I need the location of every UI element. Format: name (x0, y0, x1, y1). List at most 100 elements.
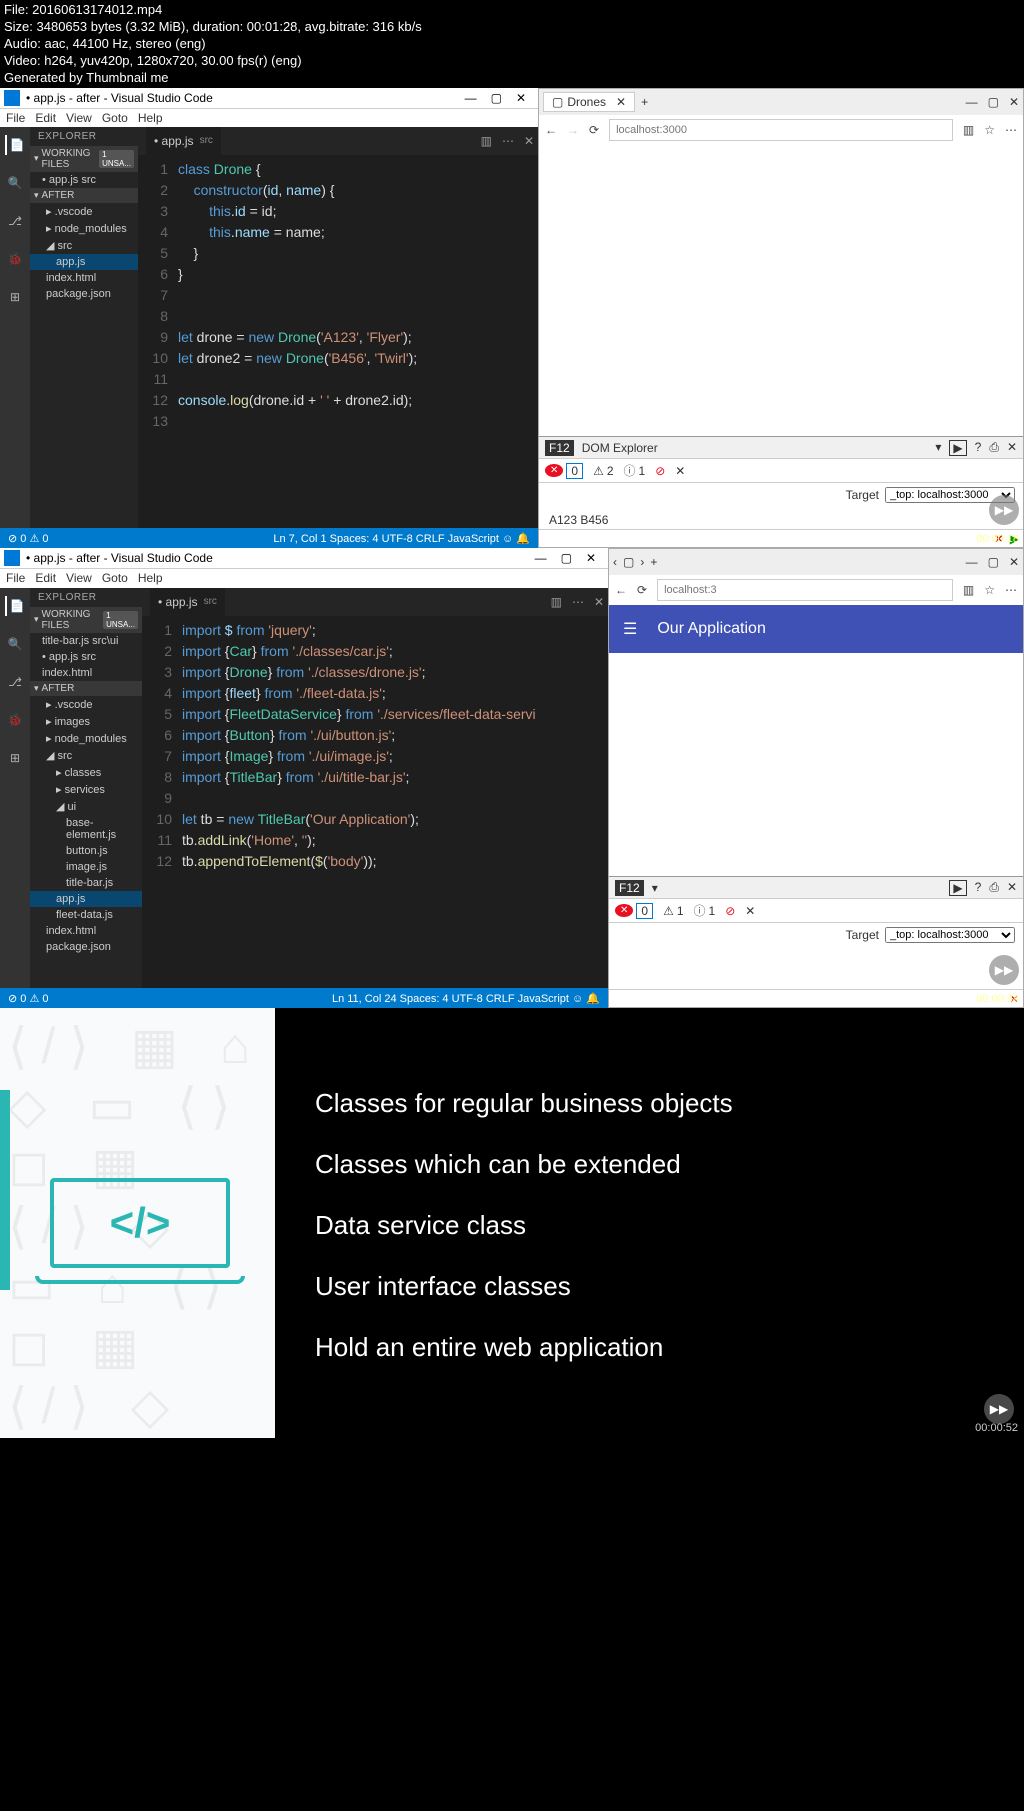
close-devtools-icon[interactable]: ✕ (1007, 440, 1017, 456)
maximize-button[interactable]: ▢ (491, 91, 502, 105)
unpin-icon[interactable]: ⎙ (989, 880, 999, 896)
minimize-button[interactable]: — (966, 95, 978, 109)
tree-item[interactable]: ▸ node_modules (30, 220, 138, 237)
tree-item[interactable]: package.json (30, 286, 138, 302)
address-bar[interactable]: localhost:3000 (609, 119, 953, 141)
console-expand-icon[interactable]: › (543, 532, 547, 546)
code-editor[interactable]: 12345678910111213 class Drone { construc… (138, 155, 538, 529)
tree-item[interactable]: index.html (30, 270, 138, 286)
split-editor-icon[interactable]: ▥ (551, 595, 562, 609)
close-button[interactable]: ✕ (586, 551, 596, 565)
close-tab-icon[interactable]: ✕ (594, 595, 604, 609)
maximize-button[interactable]: ▢ (561, 551, 572, 565)
forward-button[interactable]: → (567, 123, 579, 137)
tree-item[interactable]: package.json (30, 939, 142, 955)
more-icon[interactable]: ⋯ (502, 134, 514, 148)
menu-help[interactable]: Help (138, 571, 163, 585)
tree-item[interactable]: ▸ .vscode (30, 203, 138, 220)
menu-view[interactable]: View (66, 111, 92, 125)
tree-item[interactable]: ▸ .vscode (30, 696, 142, 713)
refresh-button[interactable]: ⟳ (589, 123, 599, 137)
refresh-button[interactable]: ⟳ (637, 583, 647, 597)
new-tab-button[interactable]: + (650, 555, 657, 569)
back-button[interactable]: ← (615, 583, 627, 597)
warning-count[interactable]: 2 (607, 464, 614, 478)
close-button[interactable]: ✕ (1009, 555, 1019, 569)
new-tab-button[interactable]: + (641, 95, 648, 109)
back-button[interactable]: ← (545, 123, 557, 137)
tree-item[interactable]: app.js (30, 891, 142, 907)
menu-help[interactable]: Help (138, 111, 163, 125)
dom-explorer-tab[interactable]: DOM Explorer (582, 441, 658, 455)
editor-tab-appjs[interactable]: • app.jssrc (146, 127, 221, 155)
maximize-button[interactable]: ▢ (988, 555, 999, 569)
debugger-icon[interactable]: ▶ (949, 880, 966, 896)
git-icon[interactable]: ⎇ (5, 672, 25, 692)
error-count[interactable]: 0 (636, 903, 653, 919)
hamburger-icon[interactable]: ☰ (623, 619, 637, 639)
address-bar[interactable]: localhost:3 (657, 579, 953, 601)
console-expand-icon[interactable]: › (613, 992, 617, 1006)
tree-item[interactable]: base-element.js (30, 815, 142, 843)
tree-item[interactable]: ◢ src (30, 747, 142, 764)
unpin-icon[interactable]: ⎙ (989, 440, 999, 456)
minimize-button[interactable]: — (966, 555, 978, 569)
search-icon[interactable]: 🔍 (5, 634, 25, 654)
working-files-header[interactable]: WORKING FILES 1 UNSA... (30, 146, 138, 172)
menu-file[interactable]: File (6, 111, 25, 125)
error-count[interactable]: 0 (566, 463, 583, 479)
extensions-icon[interactable]: ⊞ (5, 287, 25, 307)
tree-item[interactable]: ◢ src (30, 237, 138, 254)
reading-view-icon[interactable]: ▥ (963, 583, 974, 597)
close-button[interactable]: ✕ (1009, 95, 1019, 109)
more-icon[interactable]: ⋯ (572, 595, 584, 609)
help-icon[interactable]: ? (975, 880, 982, 896)
close-tab-icon[interactable]: ✕ (616, 95, 626, 109)
favorite-icon[interactable]: ☆ (984, 583, 995, 597)
explorer-icon[interactable]: 📄 (5, 135, 25, 155)
folder-root[interactable]: AFTER (30, 681, 142, 696)
menu-file[interactable]: File (6, 571, 25, 585)
working-files-header[interactable]: WORKING FILES 1 UNSA... (30, 607, 142, 633)
forward-button[interactable]: › (640, 555, 644, 569)
debug-icon[interactable]: 🐞 (5, 710, 25, 730)
menu-goto[interactable]: Goto (102, 111, 128, 125)
tree-item[interactable]: ▸ classes (30, 764, 142, 781)
close-pane-icon[interactable]: ✕ (745, 904, 755, 918)
clear-icon[interactable]: ⊘ (725, 904, 735, 918)
maximize-button[interactable]: ▢ (988, 95, 999, 109)
working-file[interactable]: title-bar.js src\ui (30, 633, 142, 649)
info-count[interactable]: 1 (639, 464, 646, 478)
menu-edit[interactable]: Edit (35, 111, 56, 125)
back-button[interactable]: ‹ (613, 555, 617, 569)
dropdown-icon[interactable]: ▾ (935, 440, 941, 456)
tree-item[interactable]: app.js (30, 254, 138, 270)
menu-goto[interactable]: Goto (102, 571, 128, 585)
close-button[interactable]: ✕ (516, 91, 526, 105)
tree-item[interactable]: ▸ services (30, 781, 142, 798)
tree-item[interactable]: index.html (30, 923, 142, 939)
more-icon[interactable]: ⋯ (1005, 583, 1017, 597)
git-icon[interactable]: ⎇ (5, 211, 25, 231)
tree-item[interactable]: fleet-data.js (30, 907, 142, 923)
tree-item[interactable]: ◢ ui (30, 798, 142, 815)
tree-item[interactable]: image.js (30, 859, 142, 875)
extensions-icon[interactable]: ⊞ (5, 748, 25, 768)
minimize-button[interactable]: — (465, 91, 477, 105)
minimize-button[interactable]: — (535, 551, 547, 565)
split-editor-icon[interactable]: ▥ (481, 134, 492, 148)
clear-icon[interactable]: ⊘ (655, 464, 665, 478)
help-icon[interactable]: ? (975, 440, 982, 456)
debug-icon[interactable]: 🐞 (5, 249, 25, 269)
search-icon[interactable]: 🔍 (5, 173, 25, 193)
warning-count[interactable]: 1 (677, 904, 684, 918)
code-editor[interactable]: 123456789101112 import $ from 'jquery';i… (142, 616, 608, 988)
more-icon[interactable]: ⋯ (1005, 123, 1017, 137)
close-devtools-icon[interactable]: ✕ (1007, 880, 1017, 896)
close-tab-icon[interactable]: ✕ (524, 134, 534, 148)
menu-edit[interactable]: Edit (35, 571, 56, 585)
working-file[interactable]: index.html (30, 665, 142, 681)
editor-tab-appjs[interactable]: • app.jssrc (150, 588, 225, 616)
dropdown-icon[interactable]: ▾ (652, 881, 658, 895)
menu-view[interactable]: View (66, 571, 92, 585)
